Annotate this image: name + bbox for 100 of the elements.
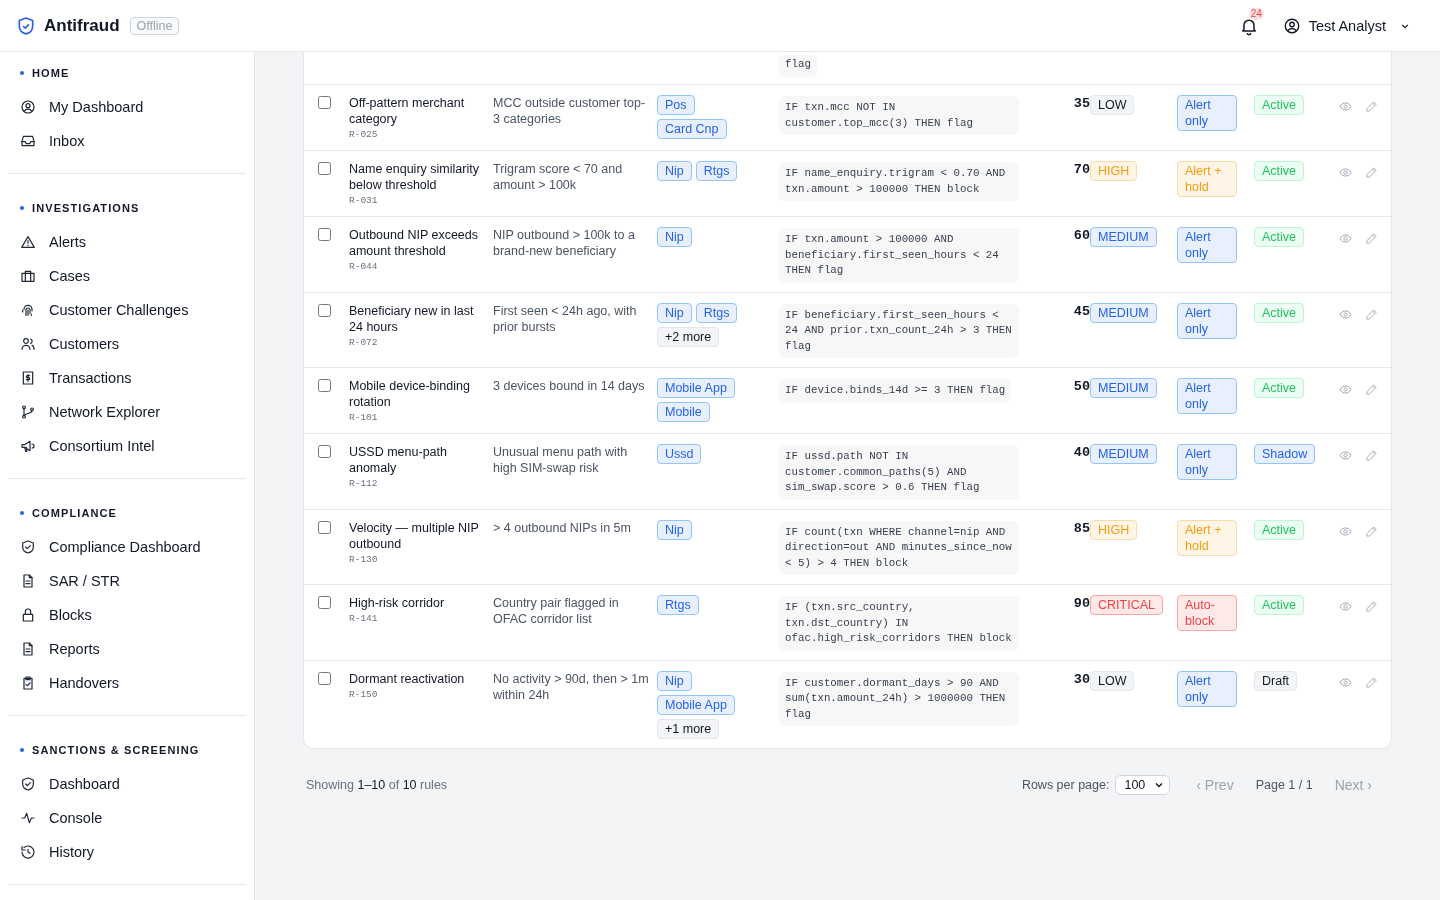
- eye-icon[interactable]: [1339, 600, 1352, 613]
- rule-id: R-072: [349, 335, 379, 349]
- rule-expression: IF name_enquiry.trigram < 0.70 AND txn.amount > 100000 THEN block: [779, 162, 1019, 201]
- warning-icon: [20, 234, 36, 250]
- channel-tag: Nip: [657, 519, 692, 540]
- eye-icon[interactable]: [1339, 232, 1352, 245]
- channel-tag: Nip: [657, 227, 692, 247]
- pencil-icon[interactable]: [1365, 166, 1378, 179]
- rule-description: NIP outbound > 100k to a brand-new beneficiary: [493, 227, 636, 259]
- nav-item[interactable]: Alerts: [8, 225, 246, 259]
- rule-expression: IF customer.dormant_days > 90 AND sum(txn.amount_24h) > 1000000 THEN flag: [779, 671, 1019, 726]
- history-icon: [20, 844, 36, 860]
- person-circle-icon: [1282, 16, 1301, 35]
- pencil-icon[interactable]: [1365, 524, 1378, 538]
- more-tag[interactable]: +1 more: [657, 718, 720, 739]
- eye-icon[interactable]: [1339, 449, 1352, 462]
- pencil-icon[interactable]: [1365, 100, 1378, 113]
- risk-score: 40: [1072, 444, 1090, 460]
- severity-badge: HIGH: [1090, 519, 1138, 540]
- action-badge: Alert only: [1177, 227, 1237, 263]
- eye-icon[interactable]: [1339, 524, 1352, 538]
- pencil-icon[interactable]: [1365, 449, 1378, 462]
- severity-badge: MEDIUM: [1090, 302, 1157, 323]
- rule-name: Mobile device-binding rotation: [349, 378, 471, 410]
- row-checkbox[interactable]: [318, 162, 331, 175]
- nav-item[interactable]: Dashboard: [8, 767, 246, 801]
- nav-item[interactable]: Customer Challenges: [8, 293, 246, 327]
- risk-score: 45: [1072, 302, 1090, 319]
- action-badge: Alert only: [1177, 378, 1237, 414]
- channel-tag: Mobile App: [657, 694, 735, 715]
- row-checkbox[interactable]: [318, 228, 331, 241]
- document-icon: [20, 641, 36, 657]
- rule-id: R-150: [349, 687, 379, 701]
- rule-description: MCC outside customer top-3 categories: [493, 95, 647, 127]
- section-heading: COMPLIANCE: [8, 506, 246, 520]
- nav-item[interactable]: Reports: [8, 632, 246, 666]
- eye-icon[interactable]: [1339, 307, 1352, 321]
- status-badge: Active: [1254, 519, 1305, 540]
- nav-item[interactable]: My Dashboard: [8, 90, 246, 124]
- channel-tag: Pos: [657, 95, 695, 115]
- row-checkbox[interactable]: [318, 96, 331, 109]
- row-checkbox[interactable]: [318, 520, 331, 534]
- pencil-icon[interactable]: [1365, 675, 1378, 689]
- clipboard-check-icon: [20, 675, 36, 691]
- row-checkbox[interactable]: [318, 671, 331, 685]
- severity-badge: CRITICAL: [1090, 595, 1163, 615]
- nav-item[interactable]: Inbox: [8, 124, 246, 158]
- rule-id: R-130: [349, 552, 379, 566]
- channel-tag: Nip: [657, 161, 692, 181]
- eye-icon[interactable]: [1339, 100, 1352, 113]
- nav-item[interactable]: Handovers: [8, 666, 246, 700]
- pulse-icon: [20, 810, 36, 826]
- people-icon: [20, 336, 36, 352]
- rule-name: Dormant reactivation: [349, 670, 466, 687]
- nav-item[interactable]: Blocks: [8, 598, 246, 632]
- pencil-icon[interactable]: [1365, 307, 1378, 321]
- row-checkbox[interactable]: [318, 379, 331, 392]
- action-badge: Alert only: [1177, 444, 1237, 480]
- eye-icon[interactable]: [1339, 675, 1352, 689]
- nav-item[interactable]: Consortium Intel: [8, 429, 246, 463]
- results-summary: Showing 1–10 of 10 rules: [306, 777, 448, 792]
- fingerprint-icon: [20, 302, 36, 318]
- pencil-icon[interactable]: [1365, 383, 1378, 396]
- more-tag[interactable]: +2 more: [657, 326, 720, 347]
- nav-item[interactable]: History: [8, 835, 246, 869]
- nav-item[interactable]: Compliance Dashboard: [8, 530, 246, 564]
- rule-name: Off-pattern merchant category: [349, 95, 466, 127]
- rows-per-page-select[interactable]: 100: [1115, 774, 1171, 795]
- pencil-icon[interactable]: [1365, 600, 1378, 613]
- risk-score: 50: [1072, 378, 1090, 394]
- channel-tag: Ussd: [657, 444, 702, 464]
- rule-description: First seen < 24h ago, with prior bursts: [493, 302, 638, 335]
- rule-name: Beneficiary new in last 24 hours: [349, 302, 475, 335]
- channel-tag: Rtgs: [657, 595, 699, 615]
- eye-icon[interactable]: [1339, 383, 1352, 396]
- row-checkbox[interactable]: [318, 596, 331, 609]
- status-badge: Active: [1254, 595, 1305, 615]
- rule-name: Velocity — multiple NIP outbound: [349, 519, 480, 552]
- row-checkbox[interactable]: [318, 445, 331, 458]
- app-name: Antifraud: [44, 15, 120, 36]
- nav-item[interactable]: Customers: [8, 327, 246, 361]
- severity-badge: HIGH: [1090, 161, 1138, 181]
- nav-item[interactable]: Console: [8, 801, 246, 835]
- rule-name: USSD menu-path anomaly: [349, 444, 448, 476]
- rule-id: R-101: [349, 411, 379, 424]
- user-menu[interactable]: Test Analyst: [1282, 16, 1412, 35]
- pencil-icon[interactable]: [1365, 232, 1378, 245]
- nav-item[interactable]: Network Explorer: [8, 395, 246, 429]
- rule-description: 3 devices bound in 14 days: [493, 378, 646, 394]
- rule-id: R-031: [349, 194, 379, 207]
- eye-icon[interactable]: [1339, 166, 1352, 179]
- nav-item[interactable]: SAR / STR: [8, 564, 246, 598]
- section-heading: SANCTIONS & SCREENING: [8, 743, 246, 757]
- nav-item[interactable]: Transactions: [8, 361, 246, 395]
- notification-count: 24: [1248, 7, 1264, 20]
- channel-tag: Card Cnp: [657, 119, 727, 139]
- action-badge: Alert only: [1177, 302, 1237, 339]
- nav-item[interactable]: Cases: [8, 259, 246, 293]
- status-badge: Draft: [1254, 670, 1298, 691]
- row-checkbox[interactable]: [318, 303, 331, 317]
